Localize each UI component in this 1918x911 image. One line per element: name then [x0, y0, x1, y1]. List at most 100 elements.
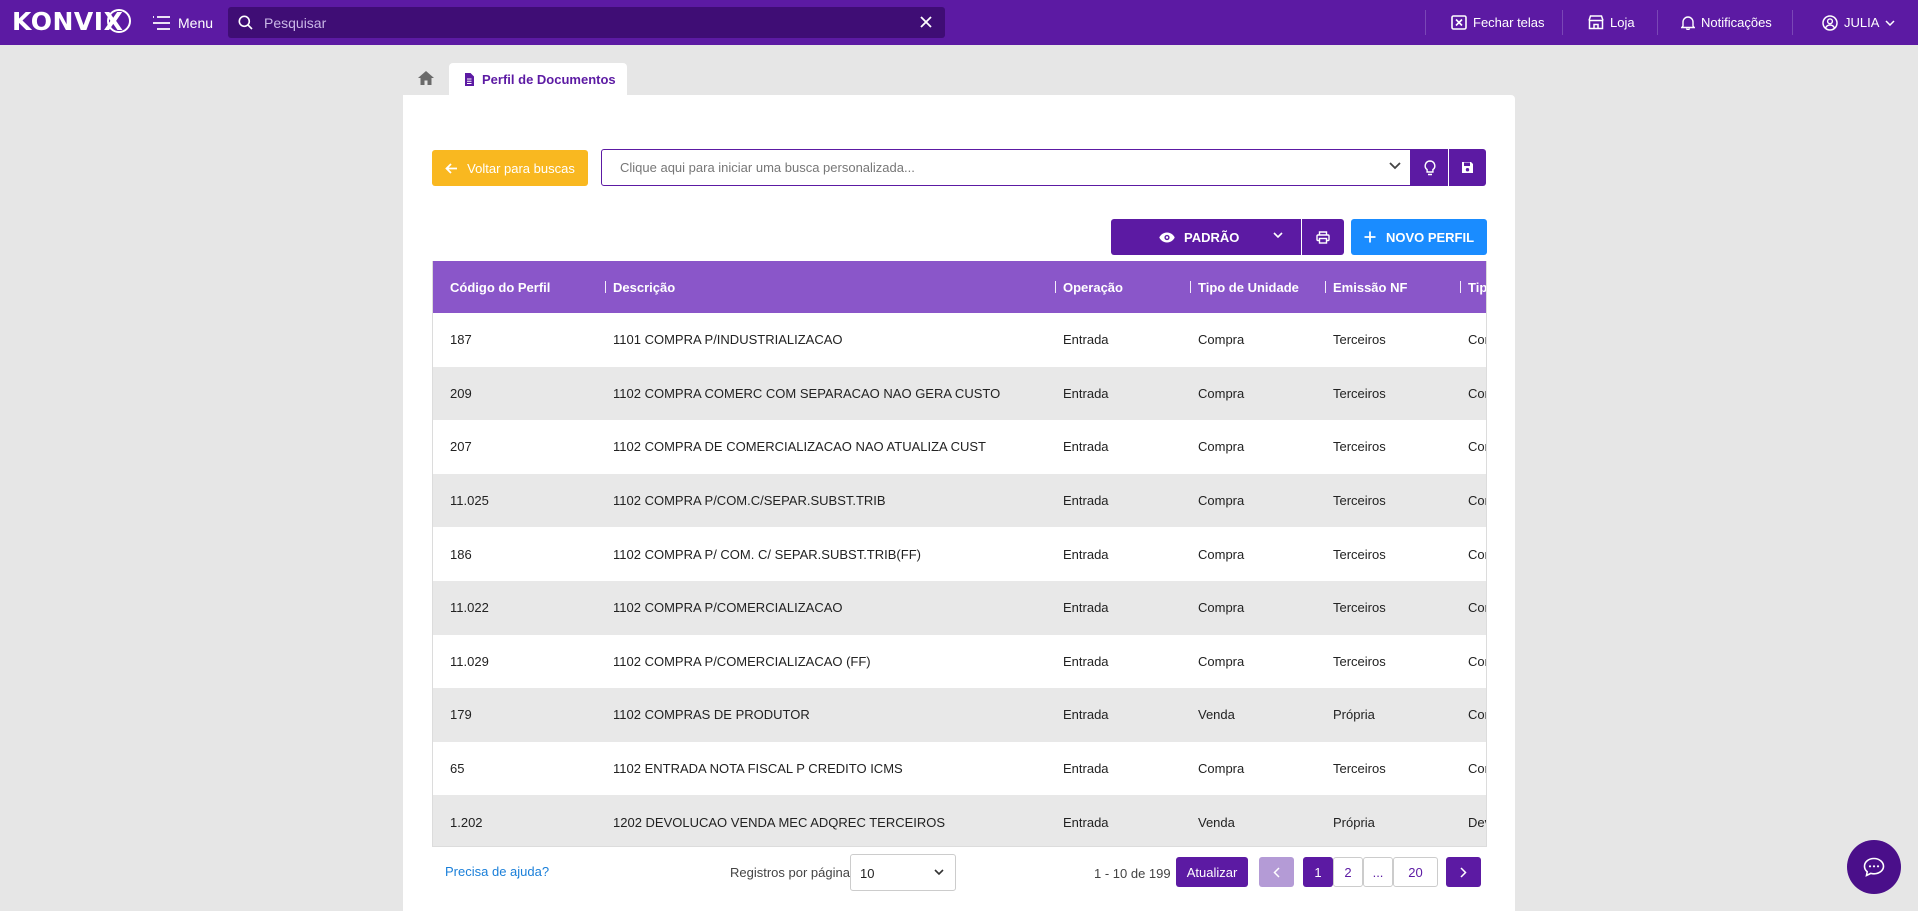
cell-description: 1202 DEVOLUCAO VENDA MEC ADQREC TERCEIRO…: [613, 814, 946, 830]
cell-unit-type: Compra: [1198, 546, 1245, 562]
cell-type: Compra: [1468, 385, 1486, 401]
column-header-nf-emission[interactable]: Emissão NF: [1325, 261, 1407, 313]
close-screens-button[interactable]: Fechar telas: [1451, 0, 1545, 45]
cell-code: 65: [450, 761, 465, 777]
table-row[interactable]: 179 1102 COMPRAS DE PRODUTOR Entrada Venda P…: [433, 688, 1486, 742]
table-row[interactable]: 1.202 1202 DEVOLUCAO VENDA MEC ADQREC TER…: [433, 795, 1486, 846]
chevron-down-icon[interactable]: [1389, 162, 1401, 170]
divider: [1657, 10, 1658, 35]
page-button-2[interactable]: 2: [1333, 857, 1363, 887]
notifications-label: Notificações: [1701, 15, 1772, 30]
cell-type: Compra: [1468, 332, 1486, 348]
cell-unit-type: Compra: [1198, 493, 1245, 509]
cell-nf-emission: Terceiros: [1333, 493, 1386, 509]
chat-button[interactable]: [1847, 840, 1901, 894]
cell-nf-emission: Terceiros: [1333, 546, 1386, 562]
column-header-code[interactable]: Código do Perfil: [450, 261, 550, 313]
cell-unit-type: Compra: [1198, 385, 1245, 401]
document-icon: [465, 72, 474, 86]
chevron-down-icon: [1885, 19, 1895, 26]
rows-per-page-value: 10: [860, 866, 875, 881]
cell-description: 1102 COMPRA P/COM.C/SEPAR.SUBST.TRIB: [613, 493, 886, 509]
plus-icon: [1364, 231, 1376, 243]
cell-description: 1102 ENTRADA NOTA FISCAL P CREDITO ICMS: [613, 761, 903, 777]
page-button-20[interactable]: 20: [1393, 857, 1438, 887]
user-menu[interactable]: JULIA: [1822, 0, 1895, 45]
cell-code: 11.022: [450, 600, 489, 616]
table-row[interactable]: 11.022 1102 COMPRA P/COMERCIALIZACAO Entra…: [433, 581, 1486, 635]
table-row[interactable]: 65 1102 ENTRADA NOTA FISCAL P CREDITO ICM…: [433, 742, 1486, 796]
cell-type: Compra: [1468, 546, 1486, 562]
store-label: Loja: [1610, 15, 1635, 30]
next-page-button[interactable]: [1446, 857, 1481, 887]
cell-code: 187: [450, 332, 472, 348]
menu-button[interactable]: Menu: [152, 12, 213, 34]
chat-icon: [1863, 857, 1885, 877]
divider: [1425, 10, 1426, 35]
table-row[interactable]: 207 1102 COMPRA DE COMERCIALIZACAO NAO AT…: [433, 420, 1486, 474]
cell-unit-type: Compra: [1198, 600, 1245, 616]
cell-description: 1102 COMPRAS DE PRODUTOR: [613, 707, 810, 723]
table-row[interactable]: 209 1102 COMPRA COMERC COM SEPARACAO NAO …: [433, 366, 1486, 421]
cell-operation: Entrada: [1063, 439, 1109, 455]
store-button[interactable]: Loja: [1588, 0, 1635, 45]
cell-unit-type: Venda: [1198, 814, 1235, 830]
page-button-1[interactable]: 1: [1303, 857, 1333, 887]
column-header-type[interactable]: Tipo: [1460, 261, 1486, 313]
cell-operation: Entrada: [1063, 493, 1109, 509]
save-search-button[interactable]: [1449, 149, 1486, 186]
table-row[interactable]: 186 1102 COMPRA P/ COM. C/ SEPAR.SUBST.TR…: [433, 527, 1486, 581]
cell-nf-emission: Própria: [1333, 814, 1375, 830]
menu-label: Menu: [178, 15, 214, 31]
cell-nf-emission: Terceiros: [1333, 385, 1386, 401]
help-link[interactable]: Precisa de ajuda?: [445, 864, 549, 879]
column-header-description[interactable]: Descrição: [605, 261, 675, 313]
cell-operation: Entrada: [1063, 332, 1109, 348]
home-tab[interactable]: [403, 62, 448, 94]
cell-description: 1102 COMPRA P/ COM. C/ SEPAR.SUBST.TRIB(…: [613, 546, 921, 562]
new-profile-button[interactable]: NOVO PERFIL: [1351, 219, 1487, 255]
cell-operation: Entrada: [1063, 653, 1109, 669]
column-header-unit-type[interactable]: Tipo de Unidade: [1190, 261, 1299, 313]
chevron-left-icon: [1273, 866, 1280, 878]
column-header-operation[interactable]: Operação: [1055, 261, 1123, 313]
cell-nf-emission: Terceiros: [1333, 761, 1386, 777]
cell-code: 11.029: [450, 653, 489, 669]
new-profile-label: NOVO PERFIL: [1385, 229, 1475, 245]
tab-label: Perfil de Documentos: [482, 71, 616, 87]
table-row[interactable]: 11.025 1102 COMPRA P/COM.C/SEPAR.SUBST.TR…: [433, 473, 1486, 528]
fechar-telas-icon: [1451, 15, 1467, 30]
records-range: 1 - 10 de 199: [1094, 866, 1171, 881]
close-icon[interactable]: [919, 15, 933, 29]
previous-page-button[interactable]: [1259, 857, 1294, 887]
cell-code: 11.025: [450, 493, 489, 509]
cell-operation: Entrada: [1063, 707, 1109, 723]
cell-operation: Entrada: [1063, 761, 1109, 777]
global-search: [228, 7, 945, 38]
rows-per-page-select[interactable]: 10: [850, 854, 956, 891]
cell-code: 1.202: [450, 814, 483, 830]
eye-icon: [1159, 232, 1175, 242]
table-row[interactable]: 11.029 1102 COMPRA P/COMERCIALIZACAO (FF)…: [433, 635, 1486, 689]
notifications-button[interactable]: Notificações: [1681, 0, 1772, 45]
refresh-button[interactable]: Atualizar: [1176, 857, 1248, 887]
tips-button[interactable]: [1411, 149, 1448, 186]
cell-unit-type: Compra: [1198, 653, 1245, 669]
tab-perfil-documentos[interactable]: Perfil de Documentos: [449, 63, 627, 95]
custom-search: [601, 149, 1411, 186]
view-selector[interactable]: PADRÃO: [1111, 219, 1301, 255]
cell-description: 1101 COMPRA P/INDUSTRIALIZACAO: [613, 332, 843, 348]
cell-operation: Entrada: [1063, 546, 1109, 562]
lightbulb-icon: [1424, 159, 1435, 175]
cell-description: 1102 COMPRA P/COMERCIALIZACAO (FF): [613, 653, 871, 669]
close-screens-label: Fechar telas: [1473, 15, 1545, 30]
cell-type: Compra: [1468, 439, 1486, 455]
back-to-search-button[interactable]: Voltar para buscas: [432, 150, 588, 186]
global-search-input[interactable]: [264, 7, 904, 38]
print-button[interactable]: [1302, 219, 1344, 255]
table-row[interactable]: 187 1101 COMPRA P/INDUSTRIALIZACAO Entrada…: [433, 313, 1486, 367]
arrow-left-icon: [445, 162, 458, 174]
chevron-down-icon: [934, 869, 944, 876]
bell-icon: [1681, 16, 1695, 30]
custom-search-input[interactable]: [620, 150, 1360, 185]
